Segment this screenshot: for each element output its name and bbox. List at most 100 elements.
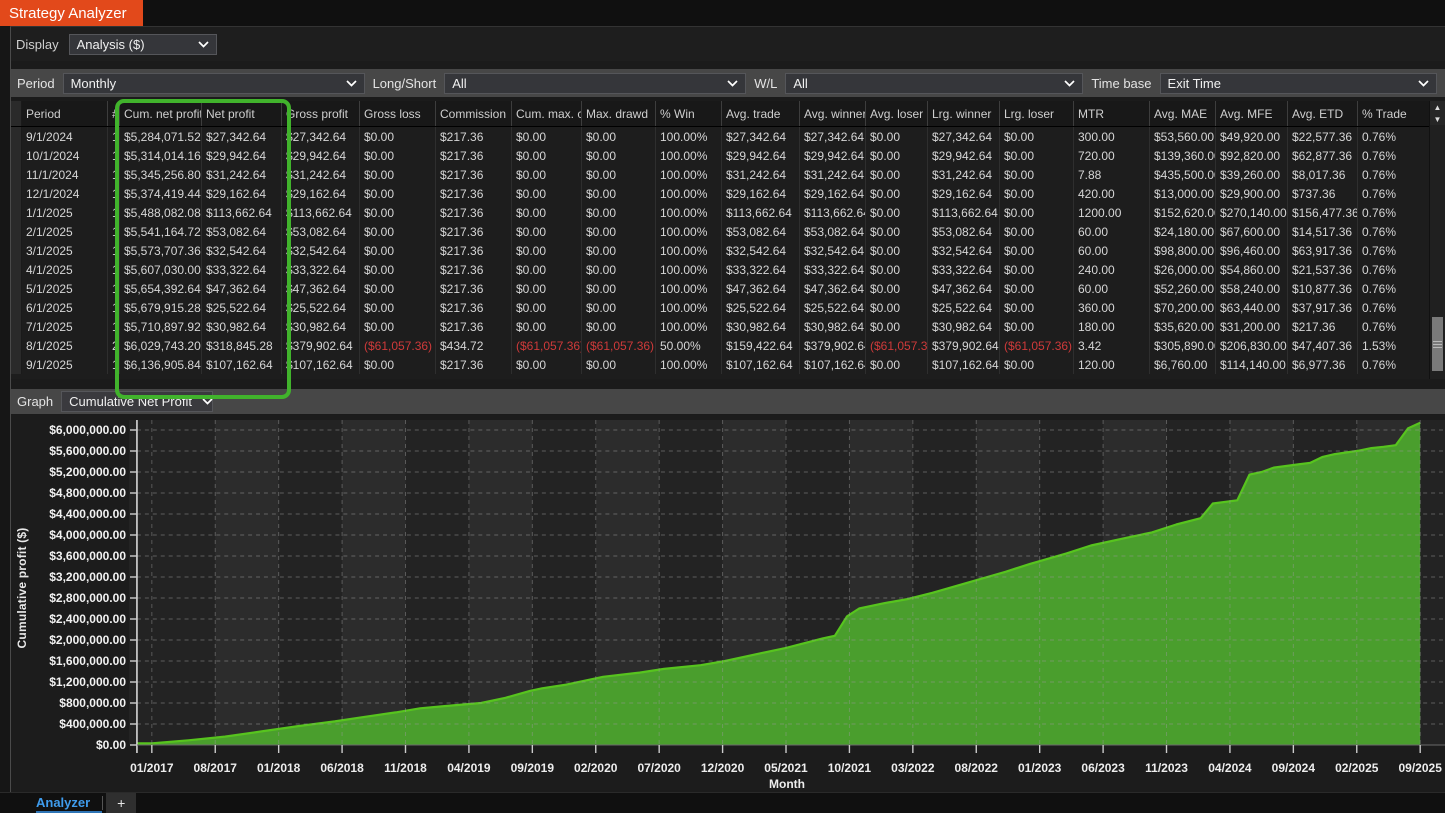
scroll-up-icon[interactable]: ▲: [1430, 101, 1445, 113]
table-cell: $96,460.00: [1216, 241, 1288, 260]
column-header--trade[interactable]: % Trade: [1358, 101, 1432, 126]
table-cell: 300.00: [1074, 127, 1150, 146]
table-cell: $217.36: [436, 355, 512, 374]
longshort-select[interactable]: All: [444, 73, 746, 94]
table-cell: $27,342.64: [800, 127, 866, 146]
table-cell: 100.00%: [656, 317, 722, 336]
strategy-analyzer-tab[interactable]: Strategy Analyzer: [0, 0, 143, 26]
table-cell: $0.00: [582, 241, 656, 260]
y-tick-label: $4,000,000.00: [49, 528, 126, 542]
y-tick-label: $0.00: [96, 738, 126, 752]
column-header-lrg-loser[interactable]: Lrg. loser: [1000, 101, 1074, 126]
column-header-max-drawd[interactable]: Max. drawd: [582, 101, 656, 126]
table-cell: $27,342.64: [722, 127, 800, 146]
table-cell: $53,082.64: [202, 222, 282, 241]
table-cell: $33,322.64: [928, 260, 1000, 279]
y-tick-label: $6,000,000.00: [49, 423, 126, 437]
table-cell: $0.00: [360, 260, 436, 279]
table-cell: $305,890.00: [1150, 336, 1216, 355]
table-cell: 7/1/2025: [22, 317, 108, 336]
chevron-down-icon: [1408, 80, 1429, 87]
scrollbar-thumb[interactable]: [1432, 317, 1443, 371]
table-cell: 11/1/2024: [22, 165, 108, 184]
table-row[interactable]: 2/1/20251$5,541,164.72$53,082.64$53,082.…: [11, 222, 1445, 241]
display-select[interactable]: Analysis ($): [69, 34, 217, 55]
column-header-avg-mfe[interactable]: Avg. MFE: [1216, 101, 1288, 126]
graph-select[interactable]: Cumulative Net Profit: [61, 391, 213, 412]
table-cell: 360.00: [1074, 298, 1150, 317]
table-row[interactable]: 3/1/20251$5,573,707.36$32,542.64$32,542.…: [11, 241, 1445, 260]
column-header--win[interactable]: % Win: [656, 101, 722, 126]
table-row[interactable]: 7/1/20251$5,710,897.92$30,982.64$30,982.…: [11, 317, 1445, 336]
column-header-avg-loser[interactable]: Avg. loser: [866, 101, 928, 126]
table-cell: $379,902.64: [928, 336, 1000, 355]
table-cell: $0.00: [360, 298, 436, 317]
table-cell: 2: [108, 336, 120, 355]
table-cell: $30,982.64: [202, 317, 282, 336]
column-header-gross-profit[interactable]: Gross profit: [282, 101, 360, 126]
table-row[interactable]: 9/1/20241$5,284,071.52$27,342.64$27,342.…: [11, 127, 1445, 146]
table-cell: $29,162.64: [800, 184, 866, 203]
table-row[interactable]: 1/1/20251$5,488,082.08$113,662.64$113,66…: [11, 203, 1445, 222]
column-header-avg-etd[interactable]: Avg. ETD: [1288, 101, 1358, 126]
period-select[interactable]: Monthly: [63, 73, 365, 94]
table-cell: 2/1/2025: [22, 222, 108, 241]
winloss-select[interactable]: All: [785, 73, 1083, 94]
table-cell: $139,360.00: [1150, 146, 1216, 165]
scroll-down-icon[interactable]: ▼: [1430, 113, 1445, 125]
analysis-table-header: Period#Cum. net profitNet profitGross pr…: [11, 101, 1445, 127]
strategy-analyzer-window: Display Analysis ($) Period Monthly Long…: [10, 26, 1445, 793]
table-cell: $0.00: [360, 317, 436, 336]
table-cell: 1: [108, 165, 120, 184]
table-cell: $379,902.64: [282, 336, 360, 355]
column-header-net-profit[interactable]: Net profit: [202, 101, 282, 126]
table-cell: $5,654,392.64: [120, 279, 202, 298]
table-row[interactable]: 11/1/20241$5,345,256.80$31,242.64$31,242…: [11, 165, 1445, 184]
table-cell: $0.00: [360, 146, 436, 165]
tab-analyzer[interactable]: Analyzer: [36, 793, 102, 813]
table-cell: $54,860.00: [1216, 260, 1288, 279]
column-header-cum-net-profit[interactable]: Cum. net profit: [120, 101, 202, 126]
chevron-down-icon: [336, 80, 357, 87]
column-header--[interactable]: #: [108, 101, 120, 126]
table-row[interactable]: 12/1/20241$5,374,419.44$29,162.64$29,162…: [11, 184, 1445, 203]
add-tab-button[interactable]: +: [106, 793, 136, 813]
display-row: Display Analysis ($): [11, 27, 1445, 61]
analysis-table-body: 9/1/20241$5,284,071.52$27,342.64$27,342.…: [11, 127, 1445, 374]
x-tick-label: 09/2025: [1398, 761, 1441, 775]
y-tick-label: $2,800,000.00: [49, 591, 126, 605]
table-row[interactable]: 5/1/20251$5,654,392.64$47,362.64$47,362.…: [11, 279, 1445, 298]
timebase-select-value: Exit Time: [1168, 76, 1221, 91]
table-cell: $0.00: [582, 260, 656, 279]
table-row[interactable]: 10/1/20241$5,314,014.16$29,942.64$29,942…: [11, 146, 1445, 165]
column-header-gross-loss[interactable]: Gross loss: [360, 101, 436, 126]
column-header-avg-trade[interactable]: Avg. trade: [722, 101, 800, 126]
column-header-lrg-winner[interactable]: Lrg. winner: [928, 101, 1000, 126]
table-cell: 120.00: [1074, 355, 1150, 374]
table-cell: $0.00: [512, 317, 582, 336]
table-cell: 100.00%: [656, 184, 722, 203]
timebase-select[interactable]: Exit Time: [1160, 73, 1437, 94]
table-cell: $35,620.00: [1150, 317, 1216, 336]
column-header-avg-mae[interactable]: Avg. MAE: [1150, 101, 1216, 126]
table-cell: $39,260.00: [1216, 165, 1288, 184]
table-cell: $53,560.00: [1150, 127, 1216, 146]
column-header-avg-winner[interactable]: Avg. winner: [800, 101, 866, 126]
table-cell: $53,082.64: [928, 222, 1000, 241]
column-header-mtr[interactable]: MTR: [1074, 101, 1150, 126]
column-header-cum-max-c[interactable]: Cum. max. c: [512, 101, 582, 126]
table-scrollbar[interactable]: ▲ ▼: [1429, 101, 1445, 379]
table-row[interactable]: 4/1/20251$5,607,030.00$33,322.64$33,322.…: [11, 260, 1445, 279]
table-cell: $5,314,014.16: [120, 146, 202, 165]
table-row[interactable]: 8/1/20252$6,029,743.20$318,845.28$379,90…: [11, 336, 1445, 355]
table-cell: $156,477.36: [1288, 203, 1358, 222]
column-header-commission[interactable]: Commission: [436, 101, 512, 126]
timebase-filter-label: Time base: [1091, 76, 1151, 91]
table-cell: $0.00: [1000, 165, 1074, 184]
column-header-period[interactable]: Period: [22, 101, 108, 126]
table-row[interactable]: 9/1/20251$6,136,905.84$107,162.64$107,16…: [11, 355, 1445, 374]
table-cell: $0.00: [360, 184, 436, 203]
row-gutter: [11, 184, 22, 203]
table-row[interactable]: 6/1/20251$5,679,915.28$25,522.64$25,522.…: [11, 298, 1445, 317]
table-cell: $29,942.64: [202, 146, 282, 165]
